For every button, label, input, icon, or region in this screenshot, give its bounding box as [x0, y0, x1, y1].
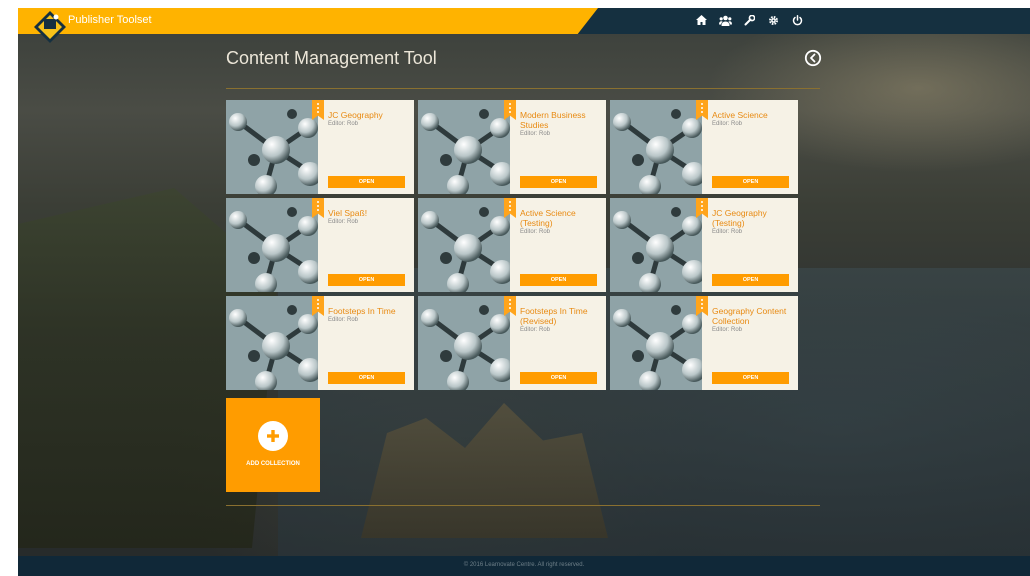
users-icon[interactable] — [718, 13, 732, 27]
collection-editor: Editor: Rob — [328, 219, 359, 225]
collection-title[interactable]: Active Science (Testing) — [520, 208, 600, 228]
collection-editor: Editor: Rob — [712, 229, 743, 235]
card-menu-bookmark-icon[interactable] — [696, 296, 708, 316]
card-menu-bookmark-icon[interactable] — [696, 100, 708, 120]
top-nav-icons — [694, 13, 804, 27]
brand-name[interactable]: Publisher Toolset — [68, 14, 152, 26]
open-collection-button[interactable]: OPEN — [712, 176, 789, 188]
app-window: Publisher Toolset Content Management Too… — [18, 8, 1030, 576]
molecule-thumbnail — [610, 296, 702, 390]
card-menu-bookmark-icon[interactable] — [504, 198, 516, 218]
collection-card: JC Geography (Testing) Editor: Rob OPEN — [610, 198, 798, 292]
molecule-thumbnail — [226, 198, 318, 292]
collection-title[interactable]: Footsteps In Time (Revised) — [520, 306, 600, 326]
footer: © 2016 Learnovate Centre. All right rese… — [18, 556, 1030, 576]
molecule-thumbnail — [418, 296, 510, 390]
collection-editor: Editor: Rob — [520, 327, 551, 333]
card-menu-bookmark-icon[interactable] — [312, 198, 324, 218]
top-nav-bar: Publisher Toolset — [18, 8, 1030, 43]
gear-icon[interactable] — [766, 13, 780, 27]
collection-card: Modern Business Studies Editor: Rob OPEN — [418, 100, 606, 194]
wrench-icon[interactable] — [742, 13, 756, 27]
open-collection-button[interactable]: OPEN — [520, 274, 597, 286]
content-bottom-divider — [226, 505, 820, 506]
collection-editor: Editor: Rob — [520, 131, 551, 137]
add-collection-circle — [258, 421, 288, 451]
add-collection-button[interactable]: ADD COLLECTION — [226, 398, 320, 492]
molecule-thumbnail — [610, 100, 702, 194]
page-title: Content Management Tool — [226, 48, 437, 68]
collection-editor: Editor: Rob — [712, 327, 743, 333]
collection-editor: Editor: Rob — [520, 229, 551, 235]
open-collection-button[interactable]: OPEN — [520, 372, 597, 384]
back-chevron-circle-icon[interactable] — [804, 49, 822, 67]
copyright-text: © 2016 Learnovate Centre. All right rese… — [463, 562, 585, 568]
collection-title[interactable]: Modern Business Studies — [520, 110, 600, 130]
molecule-thumbnail — [610, 198, 702, 292]
open-collection-button[interactable]: OPEN — [712, 274, 789, 286]
open-collection-button[interactable]: OPEN — [328, 372, 405, 384]
collection-title[interactable]: Footsteps In Time — [328, 306, 408, 316]
home-icon[interactable] — [694, 13, 708, 27]
header-divider — [226, 88, 820, 89]
plus-icon — [267, 430, 279, 442]
open-collection-button[interactable]: OPEN — [328, 274, 405, 286]
collection-title[interactable]: JC Geography (Testing) — [712, 208, 792, 228]
collection-card: JC Geography Editor: Rob OPEN — [226, 100, 414, 194]
open-collection-button[interactable]: OPEN — [328, 176, 405, 188]
collection-grid: JC Geography Editor: Rob OPEN Modern Bus… — [226, 100, 808, 390]
card-menu-bookmark-icon[interactable] — [312, 100, 324, 120]
card-menu-bookmark-icon[interactable] — [696, 198, 708, 218]
collection-editor: Editor: Rob — [328, 317, 359, 323]
publisher-logo-icon[interactable] — [32, 9, 68, 45]
molecule-thumbnail — [226, 296, 318, 390]
collection-editor: Editor: Rob — [328, 121, 359, 127]
card-menu-bookmark-icon[interactable] — [504, 100, 516, 120]
collection-title[interactable]: Active Science — [712, 110, 792, 120]
collection-title[interactable]: JC Geography — [328, 110, 408, 120]
collection-card: Active Science Editor: Rob OPEN — [610, 100, 798, 194]
collection-title[interactable]: Viel Spaß! — [328, 208, 408, 218]
molecule-thumbnail — [226, 100, 318, 194]
card-menu-bookmark-icon[interactable] — [504, 296, 516, 316]
card-menu-bookmark-icon[interactable] — [312, 296, 324, 316]
add-collection-label: ADD COLLECTION — [246, 461, 300, 467]
collection-card: Active Science (Testing) Editor: Rob OPE… — [418, 198, 606, 292]
collection-card: Footsteps In Time (Revised) Editor: Rob … — [418, 296, 606, 390]
collection-editor: Editor: Rob — [712, 121, 743, 127]
collection-card: Geography Content Collection Editor: Rob… — [610, 296, 798, 390]
molecule-thumbnail — [418, 100, 510, 194]
collection-card: Footsteps In Time Editor: Rob OPEN — [226, 296, 414, 390]
power-icon[interactable] — [790, 13, 804, 27]
molecule-thumbnail — [418, 198, 510, 292]
collection-title[interactable]: Geography Content Collection — [712, 306, 792, 326]
collection-card: Viel Spaß! Editor: Rob OPEN — [226, 198, 414, 292]
open-collection-button[interactable]: OPEN — [520, 176, 597, 188]
open-collection-button[interactable]: OPEN — [712, 372, 789, 384]
